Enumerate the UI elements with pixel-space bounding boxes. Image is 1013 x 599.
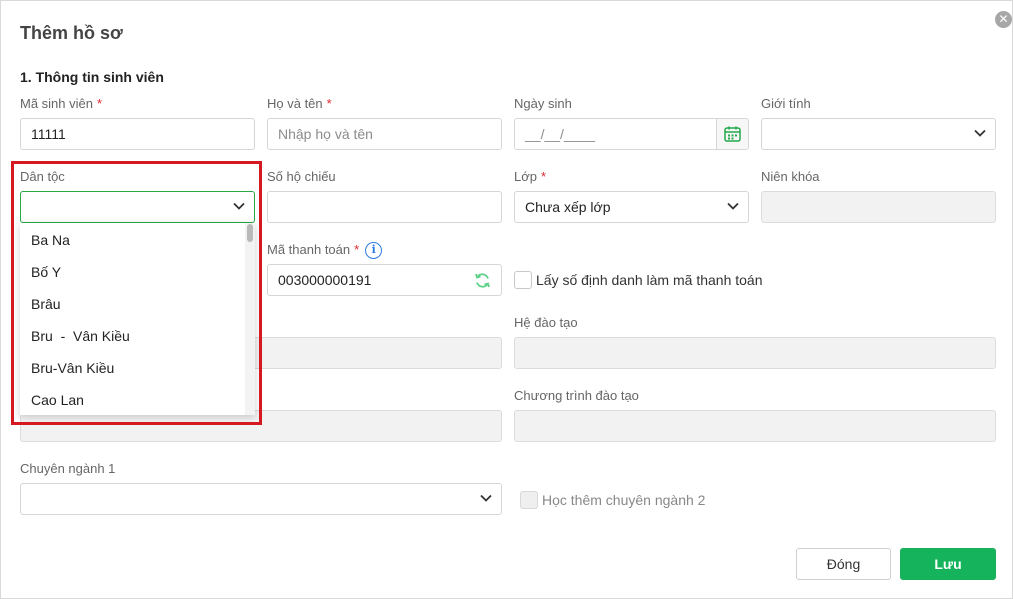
gender-select[interactable] [761, 118, 996, 150]
ethnicity-select[interactable] [20, 191, 255, 223]
info-icon[interactable]: i [365, 242, 383, 260]
chevron-down-icon [974, 129, 986, 137]
payment-code-input[interactable]: 003000000191 [267, 264, 502, 296]
full-name-input[interactable]: Nhập họ và tên [267, 118, 502, 150]
major1-label: Chuyên ngành 1 [20, 461, 116, 476]
section-title: 1. Thông tin sinh viên [20, 69, 164, 85]
extra-major-checkbox [520, 491, 538, 509]
gender-label: Giới tính [761, 96, 811, 111]
student-id-label: Mã sinh viên * [20, 96, 103, 111]
ethnicity-option[interactable]: Bru - Vân Kiều [20, 320, 244, 352]
birth-date-input[interactable]: __/__/____ [514, 118, 749, 150]
scrollbar-thumb[interactable] [247, 224, 253, 242]
chevron-down-icon [480, 494, 492, 502]
passport-label: Số hộ chiếu [267, 169, 336, 184]
use-id-as-payment-checkbox[interactable] [514, 271, 532, 289]
ethnicity-label: Dân tộc [20, 169, 65, 184]
major1-select[interactable] [20, 483, 502, 515]
academic-year-label: Niên khóa [761, 169, 820, 184]
save-button[interactable]: Lưu [900, 548, 996, 580]
passport-input[interactable] [267, 191, 502, 223]
full-name-label: Họ và tên * [267, 96, 332, 111]
dialog-title: Thêm hồ sơ [20, 23, 123, 43]
ethnicity-option[interactable]: Bố Y [20, 256, 244, 288]
training-system-input [514, 337, 996, 369]
refresh-icon[interactable] [474, 272, 491, 289]
training-program-label: Chương trình đào tạo [514, 388, 639, 403]
chevron-down-icon [233, 202, 245, 210]
ethnicity-option[interactable]: Bru-Vân Kiều [20, 352, 244, 384]
payment-code-label: Mã thanh toán * i [267, 242, 383, 260]
training-system-label: Hệ đào tạo [514, 315, 578, 330]
dropdown-scrollbar[interactable] [245, 223, 255, 415]
class-select[interactable]: Chưa xếp lớp [514, 191, 749, 223]
add-profile-dialog: ✕ Thêm hồ sơ 1. Thông tin sinh viên Mã s… [0, 0, 1013, 599]
extra-major-label: Học thêm chuyên ngành 2 [542, 492, 706, 508]
close-button[interactable]: Đóng [796, 548, 891, 580]
student-id-input[interactable]: 11111 [20, 118, 255, 150]
ethnicity-option[interactable]: Ba Na [20, 224, 244, 256]
training-program-input [514, 410, 996, 442]
academic-year-input [761, 191, 996, 223]
calendar-icon[interactable] [716, 119, 748, 149]
ethnicity-option[interactable]: Cao Lan [20, 384, 244, 415]
ethnicity-option[interactable]: Brâu [20, 288, 244, 320]
birth-date-label: Ngày sinh [514, 96, 572, 111]
class-label: Lớp * [514, 169, 547, 184]
ethnicity-dropdown: Ba Na Bố Y Brâu Bru - Vân Kiều Bru-Vân K… [20, 223, 255, 415]
chevron-down-icon [727, 202, 739, 210]
use-id-as-payment-label: Lấy số định danh làm mã thanh toán [536, 272, 763, 288]
close-icon[interactable]: ✕ [995, 11, 1012, 28]
